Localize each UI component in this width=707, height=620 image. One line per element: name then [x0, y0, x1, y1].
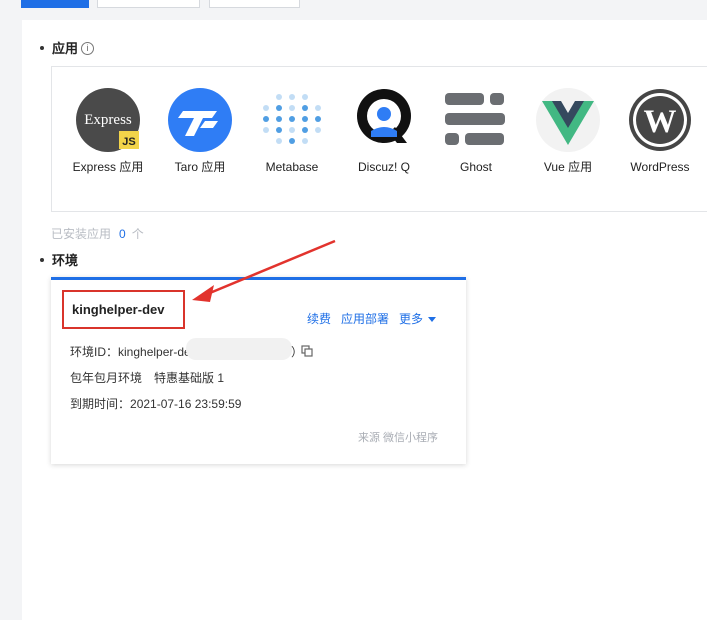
- copy-icon[interactable]: [301, 345, 313, 357]
- app-label: Taro 应用: [174, 160, 226, 174]
- env-expiry-row: 到期时间：2021-07-16 23:59:59: [70, 397, 242, 411]
- express-logo-icon: Express JS: [76, 88, 140, 152]
- info-icon[interactable]: i: [81, 42, 95, 56]
- vue-logo-icon: [536, 88, 600, 152]
- discuz-logo-icon: [357, 89, 411, 143]
- caret-down-icon: [428, 317, 437, 323]
- tab-2[interactable]: [97, 0, 200, 8]
- taro-logo-icon: [168, 88, 232, 152]
- env-plan-row: 包年包月环境 特惠基础版 1: [70, 369, 224, 386]
- deploy-link[interactable]: 应用部署: [341, 310, 389, 327]
- tab-active[interactable]: [21, 0, 89, 8]
- svg-text:W: W: [644, 104, 677, 140]
- app-label: Discuz! Q: [357, 160, 410, 174]
- billing-type: 包年包月环境: [70, 371, 143, 385]
- renew-link[interactable]: 续费: [307, 310, 331, 327]
- ghost-logo-icon: [445, 93, 505, 145]
- env-name[interactable]: kinghelper-dev: [62, 290, 185, 329]
- app-vue[interactable]: Vue 应用: [528, 87, 608, 176]
- env-id-value: kinghelper-de: [118, 345, 191, 359]
- installed-count[interactable]: 0: [119, 227, 126, 241]
- app-label: Vue 应用: [543, 160, 593, 174]
- apps-section-title: 应用 i: [40, 38, 95, 57]
- env-section-title: 环境: [40, 250, 78, 269]
- tab-3[interactable]: [209, 0, 300, 8]
- app-express[interactable]: Express JS Express 应用: [68, 87, 148, 176]
- app-label: Express 应用: [72, 160, 144, 174]
- app-wordpress[interactable]: W WordPress: [620, 87, 700, 176]
- app-label: Metabase: [265, 160, 319, 174]
- env-id-row: 环境ID：kinghelper-de: [70, 345, 191, 359]
- bullet-icon: [40, 45, 44, 50]
- metabase-logo-icon: [263, 94, 321, 144]
- app-taro[interactable]: Taro 应用: [160, 87, 240, 176]
- app-label: Ghost: [459, 160, 492, 174]
- app-discuz[interactable]: Discuz! Q: [344, 87, 424, 176]
- installed-apps-count: 已安装应用 0 个: [51, 227, 144, 241]
- wordpress-logo-icon: W: [629, 89, 691, 151]
- env-source: 来源 微信小程序: [358, 432, 439, 444]
- app-metabase[interactable]: Metabase: [252, 87, 332, 176]
- bullet-icon: [40, 257, 44, 262]
- plan-name: 特惠基础版 1: [154, 371, 225, 385]
- redacted-region: [186, 338, 292, 360]
- app-ghost[interactable]: Ghost: [436, 87, 516, 176]
- app-label: WordPress: [630, 160, 690, 174]
- expiry-value: 2021-07-16 23:59:59: [130, 397, 242, 411]
- more-dropdown[interactable]: 更多: [399, 310, 437, 327]
- svg-text:Express: Express: [84, 112, 132, 128]
- svg-text:JS: JS: [122, 136, 135, 148]
- apps-list: Express JS Express 应用 Taro 应用 Metabase D…: [51, 66, 707, 212]
